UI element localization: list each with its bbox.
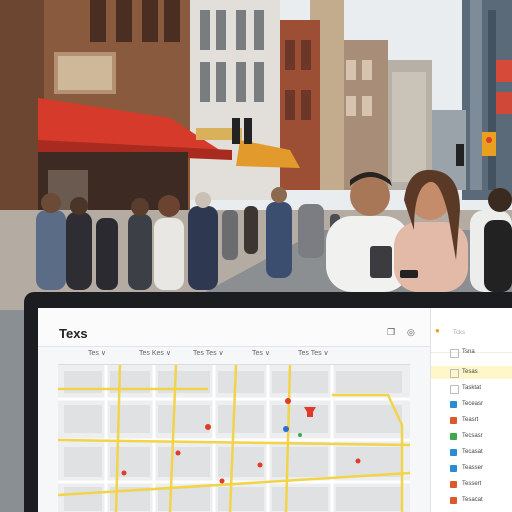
checkbox-icon[interactable] xyxy=(450,369,459,378)
sidebar-item-active[interactable]: Tesas xyxy=(431,366,512,379)
filter-item[interactable]: Tes Tes ∨ xyxy=(298,349,329,357)
sidebar-item[interactable]: Tecasat xyxy=(431,446,512,459)
laptop-screen: Texs ❐ ◎ Tes ∨ Tes Kes ∨ Tes Tes ∨ Tes ∨… xyxy=(38,308,512,512)
sidebar-item[interactable]: Teasser xyxy=(431,462,512,475)
category-icon xyxy=(450,465,457,472)
checkbox-icon[interactable] xyxy=(450,349,459,358)
checkbox-icon[interactable] xyxy=(450,385,459,394)
sidebar-search[interactable]: Tcks xyxy=(449,326,512,340)
filter-item[interactable]: Tes ∨ xyxy=(252,349,270,357)
sidebar-item[interactable]: Tecsasr xyxy=(431,430,512,443)
sidebar-item[interactable]: Tesacat xyxy=(431,494,512,507)
city-map[interactable] xyxy=(58,364,410,512)
app-header: Texs ❐ ◎ xyxy=(38,308,430,347)
category-icon xyxy=(450,417,457,424)
category-icon xyxy=(450,481,457,488)
sidebar-item[interactable]: Tsna xyxy=(431,346,512,359)
filter-item[interactable]: Tes Tes ∨ xyxy=(193,349,224,357)
category-icon xyxy=(450,433,457,440)
app-title: Texs xyxy=(59,326,88,341)
filter-item[interactable]: Tes Kes ∨ xyxy=(139,349,171,357)
gear-icon[interactable]: ● xyxy=(435,326,440,335)
sidebar-panel: ● Tcks Tsna Tesas Tasktat Teceasr Teasrt… xyxy=(430,308,512,512)
filter-bar: Tes ∨ Tes Kes ∨ Tes Tes ∨ Tes ∨ Tes Tes … xyxy=(38,346,430,364)
sidebar-item[interactable]: Teasrt xyxy=(431,414,512,427)
location-pin-icon[interactable]: ◎ xyxy=(407,327,415,338)
sidebar-item[interactable]: Teceasr xyxy=(431,398,512,411)
filter-item[interactable]: Tes ∨ xyxy=(88,349,106,357)
category-icon xyxy=(450,449,457,456)
sidebar-item[interactable]: Tessert xyxy=(431,478,512,491)
category-icon xyxy=(450,401,457,408)
category-icon xyxy=(450,497,457,504)
copy-icon[interactable]: ❐ xyxy=(387,327,395,338)
sidebar-item[interactable]: Tasktat xyxy=(431,382,512,395)
